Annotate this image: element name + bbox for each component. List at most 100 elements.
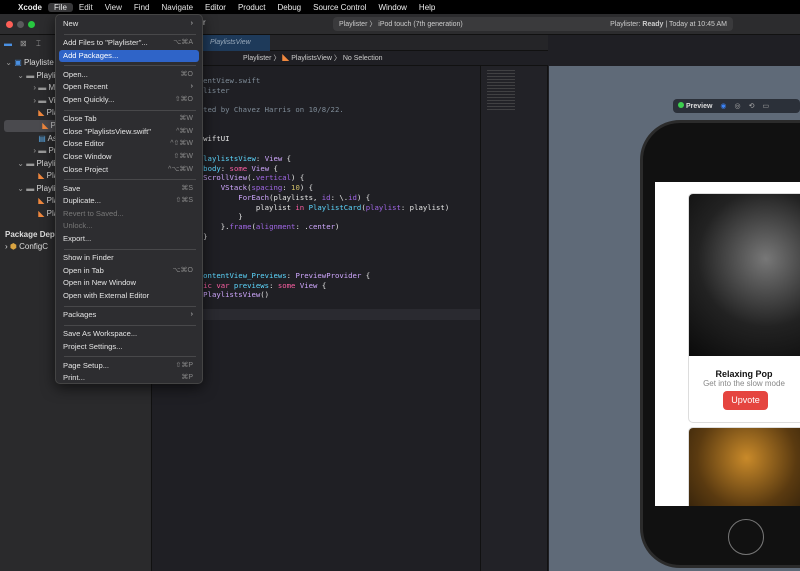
menu-item-save[interactable]: Save ⌘S xyxy=(59,183,199,195)
navigator-item[interactable]: ▤ Ass xyxy=(0,133,61,145)
shortcut-label: ⌥⌘A xyxy=(173,39,193,47)
menu-item-show-in-finder[interactable]: Show in Finder xyxy=(59,252,199,264)
menu-item-open-in-tab[interactable]: Open in Tab ⌥⌘O xyxy=(59,265,199,277)
menu-item-close-editor[interactable]: Close Editor ^⇧⌘W xyxy=(59,138,199,150)
menu-item-new[interactable]: New › xyxy=(59,18,199,30)
tab-playlistsview[interactable]: PlaylistsView xyxy=(202,35,270,51)
menu-window[interactable]: Window xyxy=(372,3,412,12)
folder-icon: ▬ xyxy=(38,96,47,105)
disclosure-icon[interactable]: ⌄ xyxy=(0,158,24,170)
navigator-item[interactable]: ◣ Play xyxy=(0,107,62,119)
navigator-item[interactable]: ◣ Play xyxy=(0,195,62,207)
symbol-icon[interactable]: ⌶ xyxy=(36,39,41,49)
menu-item-save-as-workspace[interactable]: Save As Workspace... xyxy=(59,328,199,340)
menu-item-duplicate[interactable]: Duplicate... ⇧⌘S xyxy=(59,195,199,207)
device-settings-icon[interactable]: ▭ xyxy=(763,102,770,110)
menu-file[interactable]: File xyxy=(48,2,73,12)
menu-item-open-in-new-window[interactable]: Open in New Window xyxy=(59,277,199,289)
shortcut-label: ⌘P xyxy=(181,374,193,382)
menu-debug[interactable]: Debug xyxy=(272,3,308,12)
device-label[interactable]: iPod touch (7th generation) xyxy=(378,21,462,28)
zoom-window-button[interactable] xyxy=(28,21,35,28)
menu-source-control[interactable]: Source Control xyxy=(307,3,372,12)
menu-item-close-project[interactable]: Close Project ^⌥⌘W xyxy=(59,164,199,176)
chevron-right-icon: › xyxy=(190,20,193,27)
disclosure-icon[interactable]: › xyxy=(0,82,36,94)
menu-item-close-window[interactable]: Close Window ⇧⌘W xyxy=(59,151,199,163)
navigator-item[interactable]: ⌄ ▬ Playlis xyxy=(0,158,59,170)
shortcut-label: ⇧⌘S xyxy=(175,197,193,205)
playlist-subtitle: Get into the slow mode xyxy=(703,379,785,388)
breadcrumb-project[interactable]: Playlister xyxy=(243,55,271,62)
menu-item-close-playlistsview-swift[interactable]: Close "PlaylistsView.swift" ^⌘W xyxy=(59,126,199,138)
menu-item-open-recent[interactable]: Open Recent › xyxy=(59,81,199,93)
navigator-item[interactable]: ◣ Play xyxy=(0,170,62,182)
disclosure-icon[interactable]: › xyxy=(0,145,36,157)
breadcrumb-file[interactable]: PlaylistsView xyxy=(291,55,332,62)
swift-file-icon: ◣ xyxy=(38,108,45,117)
scheme-status-bar[interactable]: Playlister 〉 iPod touch (7th generation)… xyxy=(333,17,733,31)
folder-icon: ▬ xyxy=(38,83,47,92)
shortcut-label: ⇧⌘W xyxy=(173,152,193,160)
package-icon: ⬢ xyxy=(9,242,17,251)
menu-separator xyxy=(64,356,196,358)
home-button[interactable] xyxy=(728,519,764,555)
menu-item-close-tab[interactable]: Close Tab ⌘W xyxy=(59,113,199,125)
preview-live-button[interactable]: Preview xyxy=(678,102,712,110)
menu-navigate[interactable]: Navigate xyxy=(155,3,199,12)
status-dot-icon xyxy=(678,102,684,108)
device-screen: Relaxing Pop Get into the slow mode Upvo… xyxy=(655,182,800,506)
menu-separator xyxy=(64,248,196,250)
shortcut-label: ⇧⌘P xyxy=(175,361,193,369)
close-window-button[interactable] xyxy=(6,21,13,28)
disclosure-icon[interactable]: ⌄ xyxy=(0,70,24,82)
disclosure-icon[interactable]: ⌄ xyxy=(0,57,12,69)
package-item[interactable]: › ⬢ ConfigC xyxy=(5,241,48,253)
upvote-button[interactable]: Upvote xyxy=(723,391,768,410)
rotate-icon[interactable]: ⟲ xyxy=(749,102,755,110)
menu-item-print[interactable]: Print... ⌘P xyxy=(59,372,199,384)
playlist-image xyxy=(689,428,800,506)
menu-item-open-with-external-editor[interactable]: Open with External Editor xyxy=(59,290,199,302)
menu-item-open-quickly[interactable]: Open Quickly... ⇧⌘O xyxy=(59,94,199,106)
minimize-window-button[interactable] xyxy=(17,21,24,28)
folder-icon: ▬ xyxy=(26,71,35,80)
scheme-label[interactable]: Playlister xyxy=(339,21,367,28)
menu-item-page-setup[interactable]: Page Setup... ⇧⌘P xyxy=(59,360,199,372)
menu-view[interactable]: View xyxy=(99,3,128,12)
swift-file-icon: ◣ xyxy=(38,171,45,180)
navigator-item[interactable]: ⌄ ▬ Playlis xyxy=(0,183,59,195)
menu-separator xyxy=(64,324,196,326)
menu-item-export[interactable]: Export... xyxy=(59,233,199,245)
menu-item-unlock: Unlock... xyxy=(63,221,93,231)
menu-item-packages[interactable]: Packages › xyxy=(59,309,199,321)
menu-item-project-settings[interactable]: Project Settings... xyxy=(59,341,199,353)
shortcut-label: ⌥⌘O xyxy=(172,266,193,274)
shortcut-label: ^⌘W xyxy=(176,127,193,135)
menu-help[interactable]: Help xyxy=(413,3,441,12)
live-mode-icon[interactable]: ◉ xyxy=(720,102,726,110)
playlist-image xyxy=(689,194,800,356)
menu-editor[interactable]: Editor xyxy=(199,3,232,12)
folder-icon[interactable]: ▬ xyxy=(4,39,12,48)
menu-edit[interactable]: Edit xyxy=(73,3,99,12)
menu-separator xyxy=(64,65,196,67)
navigator-item[interactable]: ⌄ ▬ Playlis xyxy=(0,70,59,82)
menu-find[interactable]: Find xyxy=(128,3,156,12)
selectable-mode-icon[interactable]: ◎ xyxy=(735,102,741,110)
disclosure-icon[interactable]: › xyxy=(0,95,36,107)
menu-product[interactable]: Product xyxy=(232,3,272,12)
menu-item-open[interactable]: Open... ⌘O xyxy=(59,69,199,81)
menu-item-add-files-to-playlister[interactable]: Add Files to "Playlister"... ⌥⌘A xyxy=(59,37,199,49)
navigator-item[interactable]: ◣ Play xyxy=(0,208,62,220)
menu-xcode[interactable]: Xcode xyxy=(12,3,48,12)
breadcrumb: Playlister 〉 ◣ PlaylistsView 〉 No Select… xyxy=(153,51,548,66)
playlist-title: Relaxing Pop xyxy=(715,369,773,379)
navigator-item[interactable]: ⌄ ▣ Playliste xyxy=(0,57,54,69)
disclosure-icon[interactable]: ⌄ xyxy=(0,183,24,195)
minimap[interactable] xyxy=(480,66,548,571)
source-control-icon[interactable]: ⊠ xyxy=(20,39,27,48)
breadcrumb-selection[interactable]: No Selection xyxy=(343,55,383,62)
menu-item-add-packages[interactable]: Add Packages... xyxy=(59,49,199,62)
menu-separator xyxy=(64,305,196,307)
